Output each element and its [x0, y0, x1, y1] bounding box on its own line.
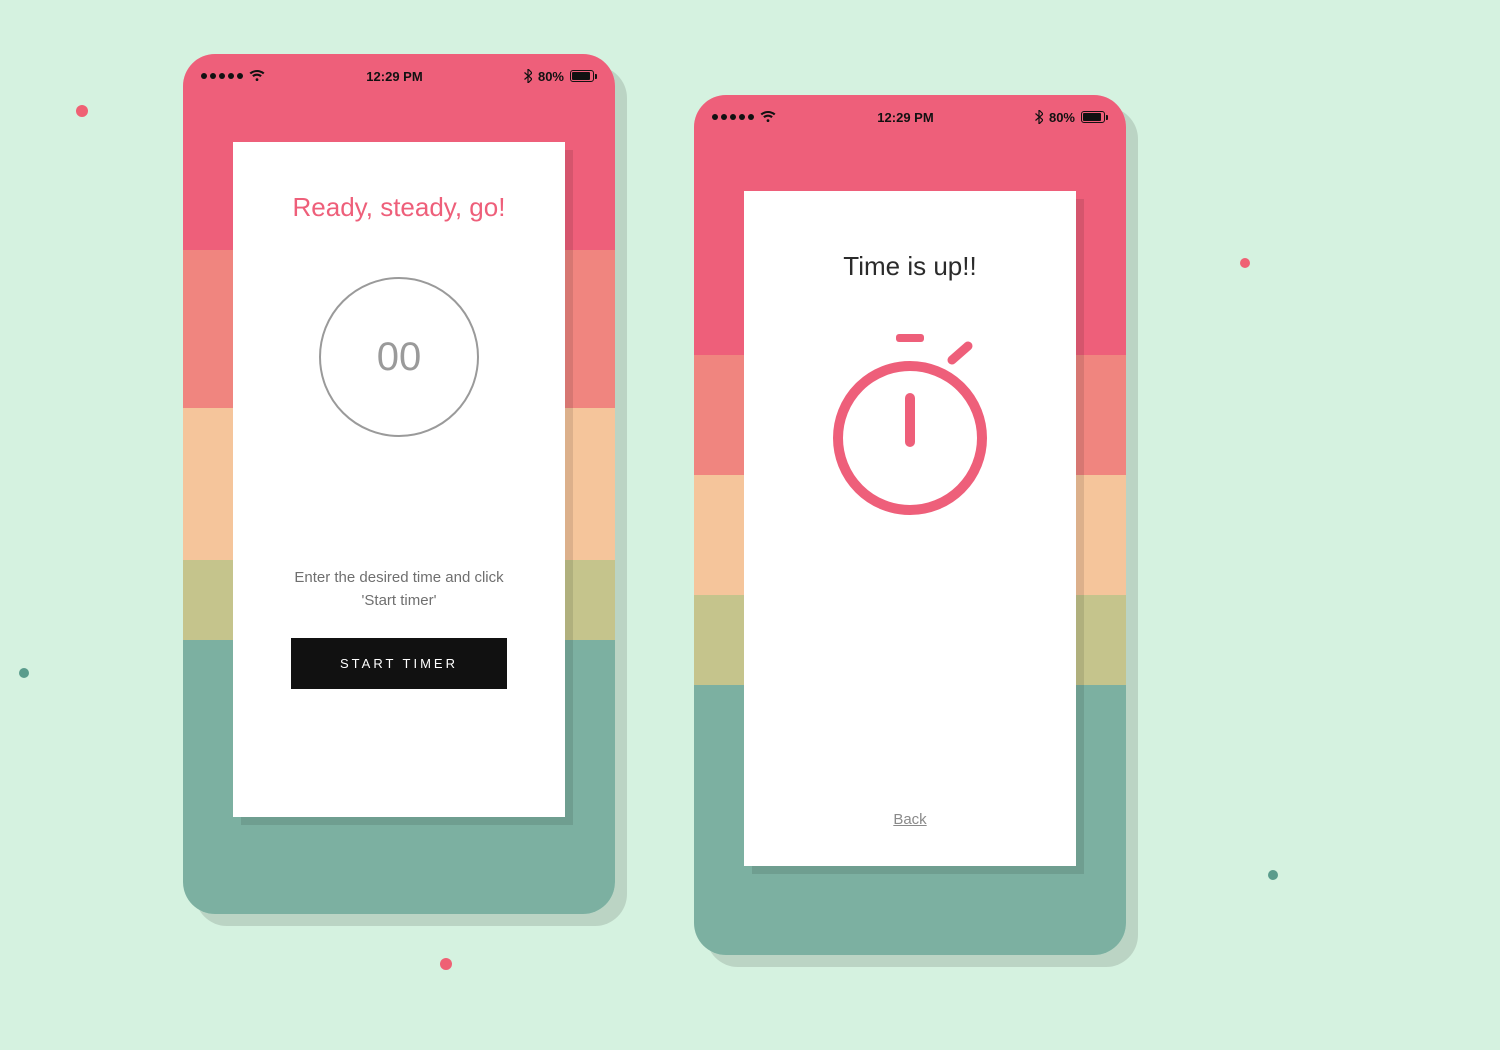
battery-icon: [1081, 111, 1108, 123]
status-time: 12:29 PM: [877, 110, 933, 125]
card-title: Time is up!!: [843, 251, 976, 282]
signal-dots-icon: [201, 73, 243, 79]
done-card: Time is up!! Back: [744, 191, 1076, 866]
timer-input-circle[interactable]: 00: [319, 277, 479, 437]
back-link[interactable]: Back: [893, 811, 926, 828]
stopwatch-icon: [820, 328, 1000, 811]
helper-text: Enter the desired time and click 'Start …: [279, 567, 519, 612]
decorative-dot: [19, 668, 29, 678]
status-bar: 12:29 PM 80%: [694, 95, 1126, 139]
timer-card: Ready, steady, go! 00 Enter the desired …: [233, 142, 565, 817]
battery-percent: 80%: [538, 69, 564, 84]
signal-dots-icon: [712, 114, 754, 120]
battery-icon: [570, 70, 597, 82]
decorative-dot: [76, 105, 88, 117]
bluetooth-icon: [524, 69, 532, 83]
status-time: 12:29 PM: [366, 69, 422, 84]
decorative-dot: [440, 958, 452, 970]
battery-percent: 80%: [1049, 110, 1075, 125]
timer-value: 00: [377, 335, 422, 380]
bluetooth-icon: [1035, 110, 1043, 124]
start-timer-button[interactable]: START TIMER: [291, 638, 507, 689]
wifi-icon: [760, 111, 776, 123]
phone-mockup-done: 12:29 PM 80% Time is up!! Ba: [694, 95, 1126, 955]
card-title: Ready, steady, go!: [293, 192, 506, 223]
phone-mockup-start: 12:29 PM 80% Ready, steady, go! 00 Enter…: [183, 54, 615, 914]
decorative-dot: [1240, 258, 1250, 268]
wifi-icon: [249, 70, 265, 82]
status-bar: 12:29 PM 80%: [183, 54, 615, 98]
decorative-dot: [1268, 870, 1278, 880]
